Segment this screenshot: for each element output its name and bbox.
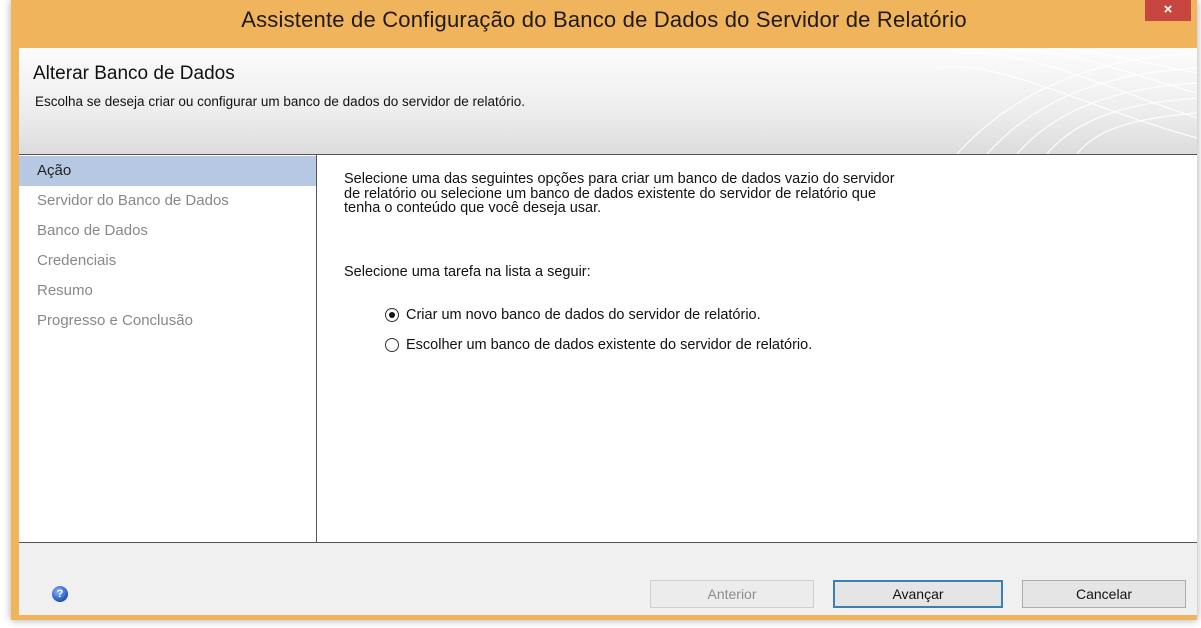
nav-item-banco-de-dados[interactable]: Banco de Dados [19, 216, 316, 246]
window-title: Assistente de Configuração do Banco de D… [241, 7, 967, 32]
header-swirl-decoration [937, 48, 1197, 154]
cancel-button[interactable]: Cancelar [1022, 580, 1186, 608]
next-button[interactable]: Avançar [833, 580, 1003, 608]
nav-item-progresso[interactable]: Progresso e Conclusão [19, 306, 316, 336]
close-button[interactable]: × [1145, 0, 1191, 21]
radio-dot [389, 312, 395, 318]
page-title: Alterar Banco de Dados [33, 63, 235, 84]
page-subtitle: Escolha se deseja criar ou configurar um… [35, 94, 526, 109]
radio-button[interactable] [385, 338, 399, 352]
nav-item-acao[interactable]: Ação [19, 156, 316, 186]
task-prompt: Selecione uma tarefa na lista a seguir: [344, 264, 591, 280]
description-line: de relatório ou selecione um banco de da… [344, 185, 877, 202]
step-content: Selecione uma das seguintes opções para … [317, 155, 1197, 542]
back-button[interactable]: Anterior [650, 580, 814, 608]
step-description: Selecione uma das seguintes opções para … [344, 172, 1104, 216]
wizard-body: Alterar Banco de Dados Escolha se deseja… [19, 48, 1197, 615]
wizard-window: Assistente de Configuração do Banco de D… [11, 0, 1197, 620]
nav-item-servidor[interactable]: Servidor do Banco de Dados [19, 186, 316, 216]
description-line: tenha o conteúdo que você deseja usar. [344, 200, 602, 216]
nav-item-credenciais[interactable]: Credenciais [19, 246, 316, 276]
page-header: Alterar Banco de Dados Escolha se deseja… [19, 48, 1197, 155]
radio-button-selected[interactable] [385, 308, 399, 322]
help-icon[interactable]: ? [52, 586, 68, 602]
nav-item-resumo[interactable]: Resumo [19, 276, 316, 306]
description-line: Selecione uma das seguintes opções para … [344, 171, 895, 187]
title-bar[interactable]: Assistente de Configuração do Banco de D… [11, 0, 1197, 40]
footer-bar: ? Anterior Avançar Cancelar [19, 542, 1197, 615]
option-choose-existing-label[interactable]: Escolher um banco de dados existente do … [406, 337, 812, 353]
step-navigation: Ação Servidor do Banco de Dados Banco de… [19, 155, 317, 542]
option-create-new-label[interactable]: Criar um novo banco de dados do servidor… [406, 307, 761, 323]
